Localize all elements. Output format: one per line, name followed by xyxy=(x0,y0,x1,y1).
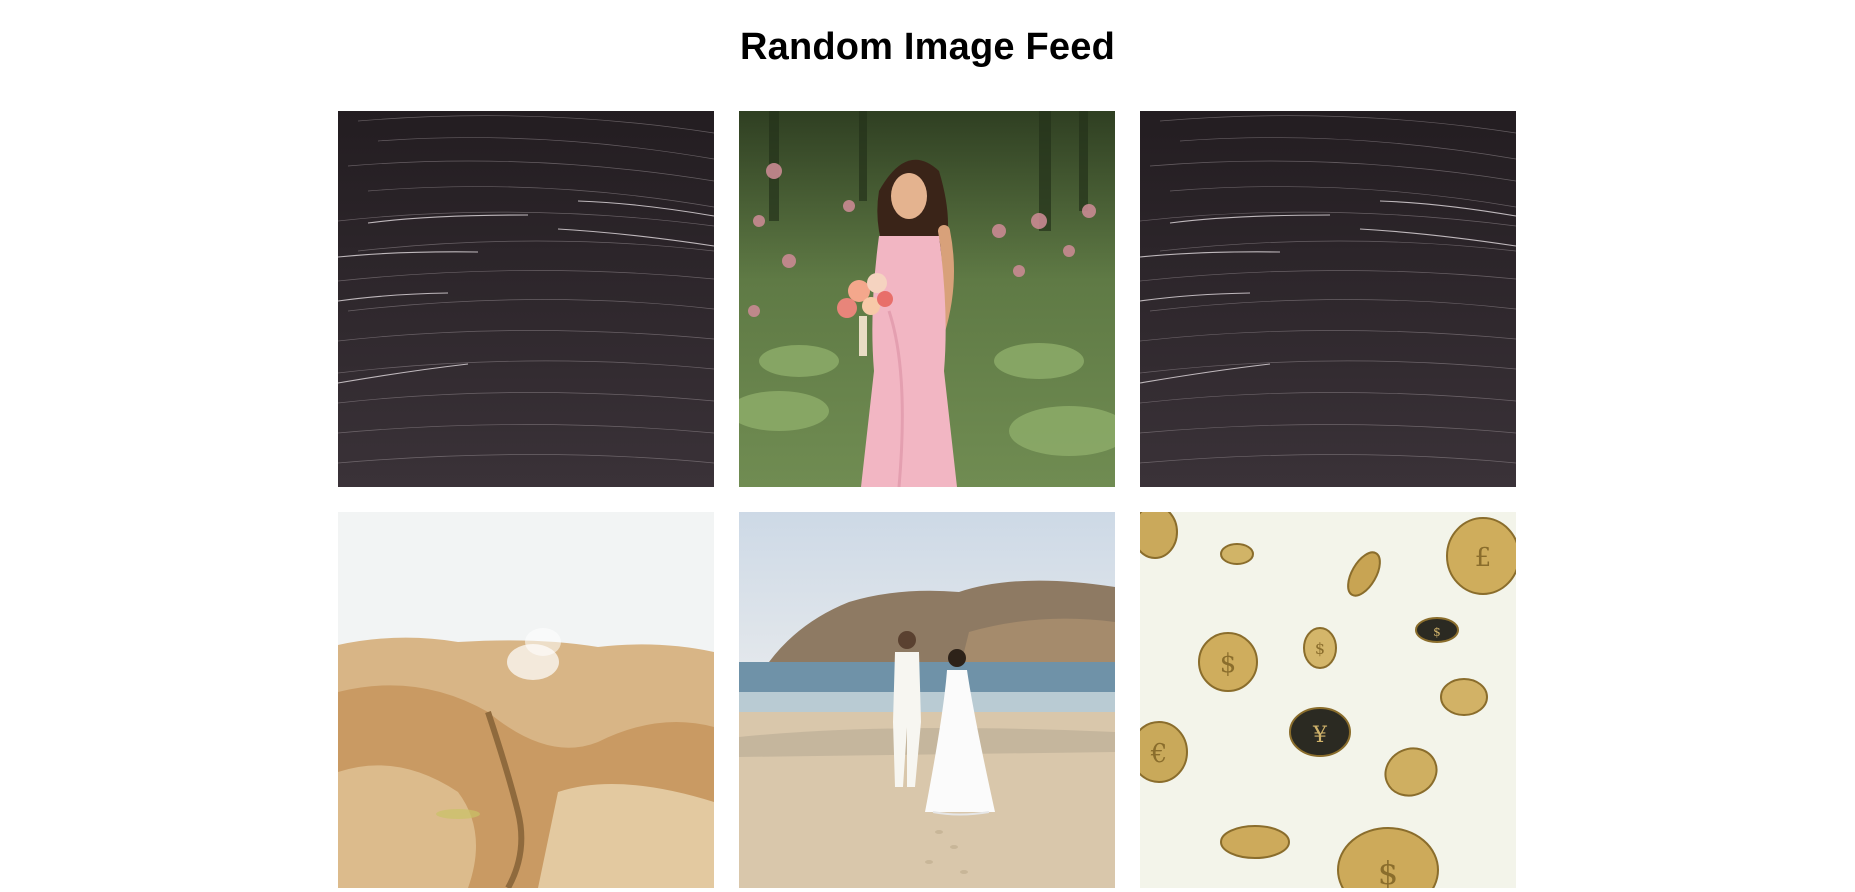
feed-image-star-trails[interactable] xyxy=(338,111,714,487)
star-trails-image xyxy=(338,111,714,487)
couple-beach-image xyxy=(739,512,1115,888)
svg-text:$: $ xyxy=(1433,625,1441,639)
feed-image-couple-beach[interactable] xyxy=(739,512,1115,888)
svg-text:$: $ xyxy=(1378,854,1398,888)
svg-text:¥: ¥ xyxy=(1312,723,1328,748)
svg-text:$: $ xyxy=(1220,649,1237,679)
feed-image-woman-pink-dress[interactable] xyxy=(739,111,1115,487)
feed-image-star-trails-2[interactable] xyxy=(1140,111,1516,487)
feed-image-gold-coins[interactable]: £ $ $ € $ ¥ $ xyxy=(1140,512,1516,888)
star-trails-image xyxy=(1140,111,1516,487)
woman-pink-dress-image xyxy=(739,111,1115,487)
svg-text:$: $ xyxy=(1315,639,1325,658)
image-grid: £ $ $ € $ ¥ $ xyxy=(338,111,1518,888)
feed-image-desert-landscape[interactable] xyxy=(338,512,714,888)
page-title: Random Image Feed xyxy=(739,26,1116,68)
svg-text:£: £ xyxy=(1475,543,1492,573)
svg-text:€: € xyxy=(1150,739,1168,769)
page: Random Image Feed £ $ $ € $ ¥ $ xyxy=(0,0,1855,892)
gold-coins-image: £ $ $ € $ ¥ $ xyxy=(1140,512,1516,888)
desert-landscape-image xyxy=(338,512,714,888)
